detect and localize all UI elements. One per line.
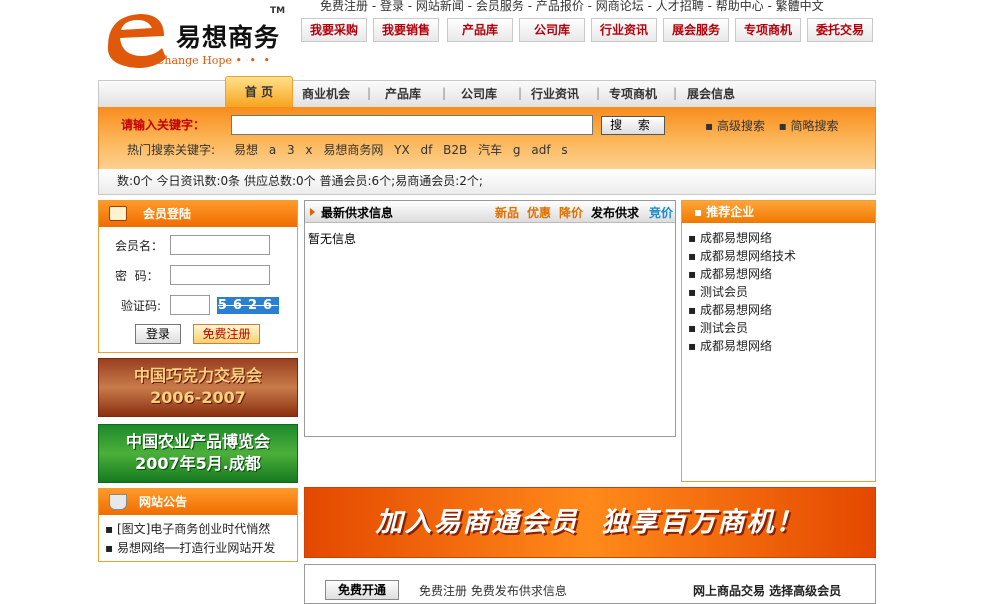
nav-tab-business[interactable]: 商业机会	[302, 83, 350, 107]
tag-discount[interactable]: 优惠	[527, 204, 551, 221]
top-links[interactable]: 免费注册 - 登录 - 网站新闻 - 会员服务 - 产品报价 - 网商论坛 - …	[320, 0, 824, 14]
nav-tab-companies[interactable]: 公司库	[461, 83, 497, 107]
nav-tab-news[interactable]: 行业资讯	[531, 83, 579, 107]
notice-item[interactable]: ▪ [图文]电子商务创业时代悄然	[105, 520, 270, 537]
recommend-item[interactable]: ▪ 成都易想网络	[688, 265, 772, 282]
supply-title: 最新供求信息	[321, 206, 394, 220]
supply-panel: 最新供求信息 新品 优惠 降价 发布供求 竞价 暂无信息	[304, 200, 676, 437]
captcha-input[interactable]	[170, 295, 210, 315]
captcha-image: 5626	[217, 297, 279, 314]
banner-line: 2007年5月.成都	[135, 454, 261, 473]
advanced-search-link[interactable]: ▪ 高级搜索	[705, 119, 765, 133]
login-panel: 会员登陆 会员名： 密 码： 验证码: 5626 登录 免费注册	[98, 200, 298, 353]
tag-bid[interactable]: 竞价	[649, 204, 673, 221]
recommend-item[interactable]: ▪ 成都易想网络技术	[688, 247, 796, 264]
recommend-item[interactable]: ▪ 成都易想网络	[688, 301, 772, 318]
logo-cn-text: 易想商务	[176, 23, 281, 52]
arrow-right-icon	[310, 208, 315, 216]
top-btn-sell[interactable]: 我要销售	[373, 18, 439, 42]
logo-tm: TM	[270, 6, 286, 16]
top-btn-companies[interactable]: 公司库	[519, 18, 585, 42]
bottom-promo: 免费开通 免费注册 免费发布供求信息 网上商品交易 选择高级会员	[304, 564, 876, 604]
nav-separator: |	[596, 86, 601, 100]
site-stats: 数:0个 今日资讯数:0条 供应总数:0个 普通会员:6个;易商通会员:2个;	[98, 169, 876, 195]
recommend-item[interactable]: ▪ 测试会员	[688, 319, 748, 336]
notice-item[interactable]: ▪ 易想网络──打造行业网站开发	[105, 539, 275, 556]
keyword-label: 请输入关键字：	[121, 118, 206, 132]
nav-separator: |	[367, 86, 372, 100]
top-btn-expo[interactable]: 展会服务	[663, 18, 729, 42]
simple-search-link[interactable]: ▪ 简略搜索	[779, 119, 839, 133]
recommend-item[interactable]: ▪ 成都易想网络	[688, 337, 772, 354]
chocolate-fair-banner[interactable]: 中国巧克力交易会 2006-2007	[98, 358, 298, 417]
hot-keywords[interactable]: 易想 a 3 x 易想商务网 YX df B2B 汽车 g adf s	[234, 141, 568, 158]
bottom-promo-text: 免费注册 免费发布供求信息	[419, 584, 567, 598]
login-header: 会员登陆	[99, 201, 297, 227]
search-panel: 请输入关键字： 搜 索 ▪ 高级搜索 ▪ 简略搜索 热门搜索关键字: 易想 a …	[98, 107, 876, 169]
tag-new[interactable]: 新品	[495, 204, 519, 221]
bottom-promo-right-text: 网上商品交易 选择高级会员	[693, 584, 842, 598]
main-nav: 首 页 商业机会 | 产品库 | 公司库 | 行业资讯 | 专项商机 | 展会信…	[98, 76, 876, 108]
logo-en-text: Change Hope • • •	[156, 54, 272, 67]
banner-line: 中国巧克力交易会	[133, 366, 262, 385]
site-logo[interactable]: 易想商务 TM Change Hope • • •	[100, 6, 290, 72]
nav-separator: |	[442, 86, 447, 100]
top-btn-news[interactable]: 行业资讯	[591, 18, 657, 42]
top-btn-purchase[interactable]: 我要采购	[301, 18, 367, 42]
cup-icon	[109, 494, 127, 510]
nav-tab-home[interactable]: 首 页	[225, 76, 293, 108]
nav-separator: |	[518, 86, 523, 100]
recommend-item[interactable]: ▪ 成都易想网络	[688, 229, 772, 246]
nav-tab-special[interactable]: 专项商机	[609, 83, 657, 107]
register-button[interactable]: 免费注册	[193, 324, 260, 344]
top-btn-special[interactable]: 专项商机	[735, 18, 801, 42]
notice-panel: 网站公告 ▪ [图文]电子商务创业时代悄然 ▪ 易想网络──打造行业网站开发	[98, 488, 298, 562]
free-open-button[interactable]: 免费开通	[325, 580, 399, 600]
supply-header: 最新供求信息 新品 优惠 降价 发布供求 竞价	[305, 201, 675, 223]
captcha-label: 验证码:	[121, 299, 162, 313]
username-label: 会员名：	[115, 239, 164, 253]
keyword-input[interactable]	[231, 115, 593, 135]
recommend-item[interactable]: ▪ 测试会员	[688, 283, 748, 300]
banner-line: 中国农业产品博览会	[125, 432, 270, 451]
login-title: 会员登陆	[143, 207, 192, 221]
recommend-panel: ▪ 推荐企业 ▪ 成都易想网络 ▪ 成都易想网络技术 ▪ 成都易想网络 ▪ 测试…	[681, 200, 876, 482]
nav-tab-expo[interactable]: 展会信息	[687, 83, 735, 107]
password-label: 密 码：	[115, 269, 159, 283]
tag-publish[interactable]: 发布供求	[591, 204, 639, 221]
empty-message: 暂无信息	[308, 232, 357, 246]
top-btn-entrust[interactable]: 委托交易	[807, 18, 873, 42]
login-icon	[109, 206, 127, 221]
search-button[interactable]: 搜 索	[601, 116, 665, 135]
recommend-title: ▪ 推荐企业	[682, 201, 875, 223]
banner-line: 2006-2007	[150, 388, 246, 407]
notice-header: 网站公告	[99, 489, 297, 515]
password-input[interactable]	[170, 265, 270, 285]
username-input[interactable]	[170, 235, 270, 255]
top-btn-products[interactable]: 产品库	[447, 18, 513, 42]
agri-expo-banner[interactable]: 中国农业产品博览会 2007年5月.成都	[98, 424, 298, 483]
nav-separator: |	[673, 86, 678, 100]
join-member-banner[interactable]: 加入易商通会员 独享百万商机！	[304, 487, 876, 558]
login-button[interactable]: 登录	[135, 324, 181, 344]
hot-keywords-label: 热门搜索关键字:	[127, 143, 216, 157]
nav-tab-products[interactable]: 产品库	[385, 83, 421, 107]
search-options: ▪ 高级搜索 ▪ 简略搜索	[705, 117, 839, 134]
tag-price-drop[interactable]: 降价	[559, 204, 583, 221]
notice-title: 网站公告	[139, 495, 188, 509]
